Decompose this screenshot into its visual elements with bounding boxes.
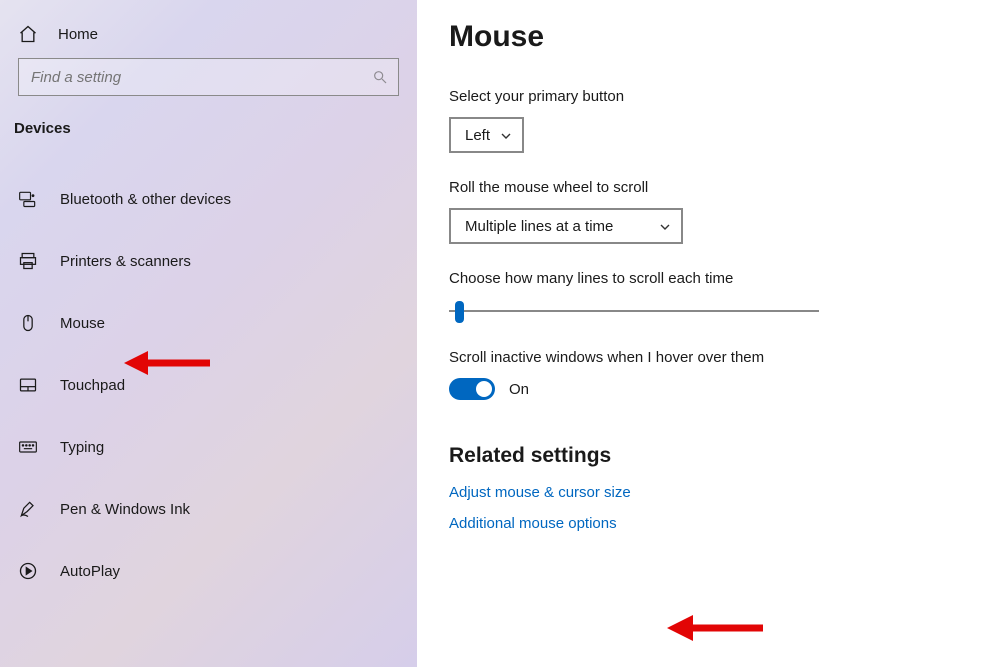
main-panel: Mouse Select your primary button Left Ro… <box>417 0 1000 667</box>
link-additional-options[interactable]: Additional mouse options <box>449 515 970 532</box>
sidebar-item-label: AutoPlay <box>60 563 120 580</box>
setting-primary-button: Select your primary button Left <box>449 88 970 153</box>
sidebar-item-label: Typing <box>60 439 104 456</box>
sidebar-nav: Bluetooth & other devices Printers & sca… <box>10 175 407 595</box>
touchpad-icon <box>18 375 38 395</box>
toggle-value: On <box>509 381 529 398</box>
bluetooth-devices-icon <box>18 189 38 209</box>
pen-icon <box>18 499 38 519</box>
sidebar-item-pen[interactable]: Pen & Windows Ink <box>10 485 407 533</box>
section-title-devices: Devices <box>10 120 407 145</box>
sidebar: Home Devices Bluetooth & other devices <box>0 0 417 667</box>
keyboard-icon <box>18 437 38 457</box>
page-title: Mouse <box>449 20 970 54</box>
chevron-down-icon <box>500 129 512 141</box>
setting-label: Select your primary button <box>449 88 970 105</box>
search-icon <box>372 69 388 85</box>
related-settings-heading: Related settings <box>449 444 970 468</box>
select-value: Multiple lines at a time <box>465 218 613 235</box>
sidebar-item-label: Touchpad <box>60 377 125 394</box>
select-value: Left <box>465 127 490 144</box>
setting-lines-to-scroll: Choose how many lines to scroll each tim… <box>449 270 970 323</box>
sidebar-item-printers[interactable]: Printers & scanners <box>10 237 407 285</box>
setting-label: Roll the mouse wheel to scroll <box>449 179 970 196</box>
sidebar-item-touchpad[interactable]: Touchpad <box>10 361 407 409</box>
sidebar-item-autoplay[interactable]: AutoPlay <box>10 547 407 595</box>
autoplay-icon <box>18 561 38 581</box>
printer-icon <box>18 251 38 271</box>
search-input-container[interactable] <box>18 58 399 96</box>
sidebar-item-label: Mouse <box>60 315 105 332</box>
chevron-down-icon <box>659 220 671 232</box>
sidebar-item-mouse[interactable]: Mouse <box>10 299 407 347</box>
mouse-icon <box>18 313 38 333</box>
scroll-inactive-toggle[interactable] <box>449 378 495 400</box>
search-input[interactable] <box>31 69 372 86</box>
home-icon <box>18 24 38 44</box>
setting-wheel-scroll: Roll the mouse wheel to scroll Multiple … <box>449 179 970 244</box>
annotation-arrow-link <box>665 611 765 645</box>
setting-label: Scroll inactive windows when I hover ove… <box>449 349 970 366</box>
sidebar-item-label: Printers & scanners <box>60 253 191 270</box>
sidebar-item-bluetooth[interactable]: Bluetooth & other devices <box>10 175 407 223</box>
sidebar-item-label: Pen & Windows Ink <box>60 501 190 518</box>
setting-label: Choose how many lines to scroll each tim… <box>449 270 970 287</box>
home-label: Home <box>58 26 98 43</box>
primary-button-select[interactable]: Left <box>449 117 524 153</box>
wheel-scroll-select[interactable]: Multiple lines at a time <box>449 208 683 244</box>
link-adjust-cursor[interactable]: Adjust mouse & cursor size <box>449 484 970 501</box>
home-nav[interactable]: Home <box>10 18 407 58</box>
lines-slider[interactable] <box>449 299 819 323</box>
setting-scroll-inactive: Scroll inactive windows when I hover ove… <box>449 349 970 400</box>
sidebar-item-typing[interactable]: Typing <box>10 423 407 471</box>
sidebar-item-label: Bluetooth & other devices <box>60 191 231 208</box>
slider-track <box>449 310 819 312</box>
slider-thumb[interactable] <box>455 301 464 323</box>
